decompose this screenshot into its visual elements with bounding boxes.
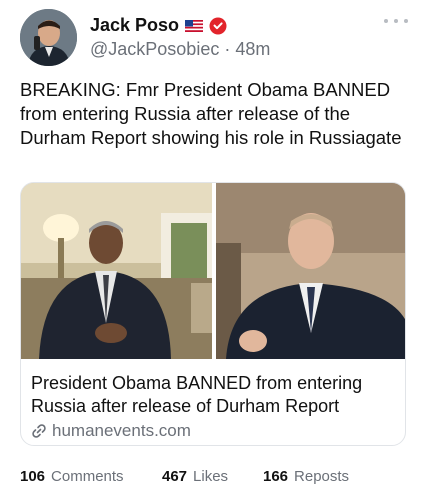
avatar-image xyxy=(20,9,77,66)
avatar[interactable] xyxy=(20,9,77,66)
author-display-name[interactable]: Jack Poso xyxy=(90,15,179,36)
post-text: BREAKING: Fmr President Obama BANNED fro… xyxy=(20,79,402,148)
likes-stat[interactable]: 467 Likes xyxy=(162,468,263,485)
link-card-domain-row: humanevents.com xyxy=(31,421,191,441)
link-card[interactable]: President Obama BANNED from entering Rus… xyxy=(20,182,406,446)
link-card-title: President Obama BANNED from entering Rus… xyxy=(31,373,363,416)
link-icon xyxy=(32,424,46,438)
us-flag-icon xyxy=(185,19,204,32)
link-card-domain: humanevents.com xyxy=(52,421,191,440)
author-meta: @JackPosobiec · 48m xyxy=(90,39,270,60)
post-stats: 106 Comments 467 Likes 166 Reposts xyxy=(20,468,349,485)
more-options-icon[interactable] xyxy=(384,11,408,31)
author-row: Jack Poso xyxy=(90,15,227,36)
post-time: 48m xyxy=(235,39,271,59)
likes-label: Likes xyxy=(193,468,229,485)
reposts-stat[interactable]: 166 Reposts xyxy=(263,468,349,485)
comments-count: 106 xyxy=(20,468,46,485)
comments-stat[interactable]: 106 Comments xyxy=(20,468,162,485)
reposts-count: 166 xyxy=(263,468,289,485)
author-handle[interactable]: @JackPosobiec xyxy=(90,39,219,59)
meta-separator: · xyxy=(224,39,231,59)
verified-badge-icon xyxy=(209,17,227,34)
post: Jack Poso @JackPosobiec · 48m BREAKING: … xyxy=(0,0,428,500)
comments-label: Comments xyxy=(51,468,124,485)
likes-count: 467 xyxy=(162,468,188,485)
reposts-label: Reposts xyxy=(294,468,350,485)
link-card-image xyxy=(21,183,405,359)
